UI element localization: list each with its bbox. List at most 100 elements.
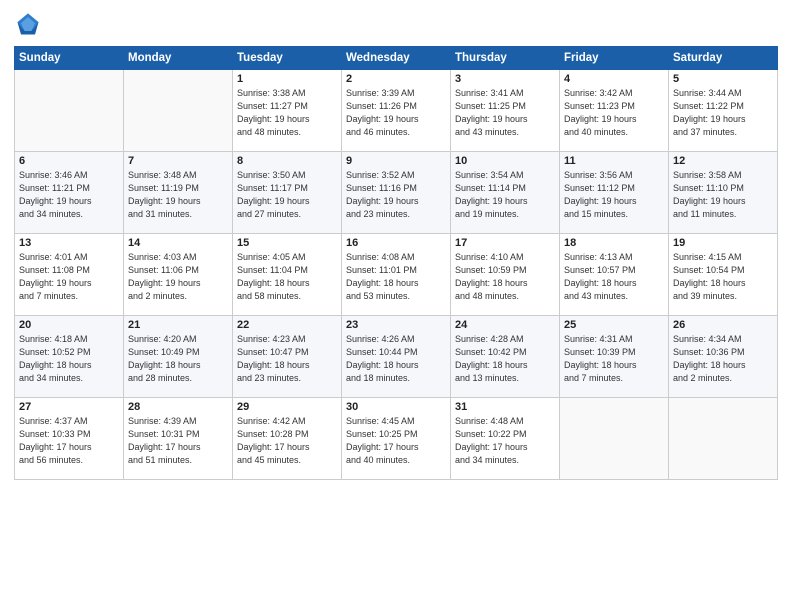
- day-info: Sunrise: 3:48 AM Sunset: 11:19 PM Daylig…: [128, 169, 228, 221]
- calendar-week-row: 20 Sunrise: 4:18 AM Sunset: 10:52 PM Dayl…: [15, 316, 778, 398]
- day-number: 22: [237, 319, 337, 331]
- calendar-cell: 15 Sunrise: 4:05 AM Sunset: 11:04 PM Dayl…: [233, 234, 342, 316]
- day-info: Sunrise: 3:38 AM Sunset: 11:27 PM Daylig…: [237, 87, 337, 139]
- day-info: Sunrise: 4:48 AM Sunset: 10:22 PM Daylig…: [455, 415, 555, 467]
- day-info: Sunrise: 3:42 AM Sunset: 11:23 PM Daylig…: [564, 87, 664, 139]
- day-info: Sunrise: 4:13 AM Sunset: 10:57 PM Daylig…: [564, 251, 664, 303]
- day-info: Sunrise: 3:54 AM Sunset: 11:14 PM Daylig…: [455, 169, 555, 221]
- calendar-cell: 19 Sunrise: 4:15 AM Sunset: 10:54 PM Dayl…: [669, 234, 778, 316]
- calendar-cell: 27 Sunrise: 4:37 AM Sunset: 10:33 PM Dayl…: [15, 398, 124, 480]
- day-info: Sunrise: 4:15 AM Sunset: 10:54 PM Daylig…: [673, 251, 773, 303]
- weekday-header: Sunday: [15, 47, 124, 70]
- weekday-header: Friday: [560, 47, 669, 70]
- day-info: Sunrise: 4:28 AM Sunset: 10:42 PM Daylig…: [455, 333, 555, 385]
- day-info: Sunrise: 4:10 AM Sunset: 10:59 PM Daylig…: [455, 251, 555, 303]
- calendar-cell: 9Sunrise: 3:52 AM Sunset: 11:16 PM Dayli…: [342, 152, 451, 234]
- calendar-cell: 18 Sunrise: 4:13 AM Sunset: 10:57 PM Dayl…: [560, 234, 669, 316]
- day-number: 15: [237, 237, 337, 249]
- day-number: 12: [673, 155, 773, 167]
- day-number: 5: [673, 73, 773, 85]
- calendar-cell: 11Sunrise: 3:56 AM Sunset: 11:12 PM Dayl…: [560, 152, 669, 234]
- calendar-table: SundayMondayTuesdayWednesdayThursdayFrid…: [14, 46, 778, 480]
- day-number: 29: [237, 401, 337, 413]
- calendar-cell: 30 Sunrise: 4:45 AM Sunset: 10:25 PM Dayl…: [342, 398, 451, 480]
- day-number: 20: [19, 319, 119, 331]
- day-info: Sunrise: 3:56 AM Sunset: 11:12 PM Daylig…: [564, 169, 664, 221]
- day-number: 27: [19, 401, 119, 413]
- day-info: Sunrise: 4:01 AM Sunset: 11:08 PM Daylig…: [19, 251, 119, 303]
- calendar-cell: 25 Sunrise: 4:31 AM Sunset: 10:39 PM Dayl…: [560, 316, 669, 398]
- day-info: Sunrise: 3:58 AM Sunset: 11:10 PM Daylig…: [673, 169, 773, 221]
- calendar-cell: 1 Sunrise: 3:38 AM Sunset: 11:27 PM Dayli…: [233, 70, 342, 152]
- day-info: Sunrise: 4:31 AM Sunset: 10:39 PM Daylig…: [564, 333, 664, 385]
- weekday-header: Monday: [124, 47, 233, 70]
- day-number: 7: [128, 155, 228, 167]
- day-info: Sunrise: 4:45 AM Sunset: 10:25 PM Daylig…: [346, 415, 446, 467]
- calendar-cell: 17 Sunrise: 4:10 AM Sunset: 10:59 PM Dayl…: [451, 234, 560, 316]
- calendar-cell: 20 Sunrise: 4:18 AM Sunset: 10:52 PM Dayl…: [15, 316, 124, 398]
- day-number: 31: [455, 401, 555, 413]
- weekday-header: Saturday: [669, 47, 778, 70]
- day-info: Sunrise: 4:26 AM Sunset: 10:44 PM Daylig…: [346, 333, 446, 385]
- day-info: Sunrise: 4:20 AM Sunset: 10:49 PM Daylig…: [128, 333, 228, 385]
- day-number: 19: [673, 237, 773, 249]
- logo-icon: [14, 10, 42, 38]
- day-number: 14: [128, 237, 228, 249]
- calendar-cell: 21 Sunrise: 4:20 AM Sunset: 10:49 PM Dayl…: [124, 316, 233, 398]
- day-info: Sunrise: 4:05 AM Sunset: 11:04 PM Daylig…: [237, 251, 337, 303]
- day-number: 26: [673, 319, 773, 331]
- calendar-cell: 3Sunrise: 3:41 AM Sunset: 11:25 PM Dayli…: [451, 70, 560, 152]
- day-number: 2: [346, 73, 446, 85]
- day-number: 18: [564, 237, 664, 249]
- calendar-cell: 29 Sunrise: 4:42 AM Sunset: 10:28 PM Dayl…: [233, 398, 342, 480]
- calendar-cell: 12 Sunrise: 3:58 AM Sunset: 11:10 PM Dayl…: [669, 152, 778, 234]
- calendar-cell: 22 Sunrise: 4:23 AM Sunset: 10:47 PM Dayl…: [233, 316, 342, 398]
- day-info: Sunrise: 4:23 AM Sunset: 10:47 PM Daylig…: [237, 333, 337, 385]
- calendar-cell: 28 Sunrise: 4:39 AM Sunset: 10:31 PM Dayl…: [124, 398, 233, 480]
- day-info: Sunrise: 3:41 AM Sunset: 11:25 PM Daylig…: [455, 87, 555, 139]
- day-number: 17: [455, 237, 555, 249]
- day-number: 13: [19, 237, 119, 249]
- day-info: Sunrise: 4:34 AM Sunset: 10:36 PM Daylig…: [673, 333, 773, 385]
- weekday-header: Thursday: [451, 47, 560, 70]
- calendar-cell: 31 Sunrise: 4:48 AM Sunset: 10:22 PM Dayl…: [451, 398, 560, 480]
- calendar-header-row: SundayMondayTuesdayWednesdayThursdayFrid…: [15, 47, 778, 70]
- day-info: Sunrise: 4:03 AM Sunset: 11:06 PM Daylig…: [128, 251, 228, 303]
- calendar-week-row: 1 Sunrise: 3:38 AM Sunset: 11:27 PM Dayli…: [15, 70, 778, 152]
- calendar-cell: [124, 70, 233, 152]
- day-info: Sunrise: 3:52 AM Sunset: 11:16 PM Daylig…: [346, 169, 446, 221]
- calendar-week-row: 13 Sunrise: 4:01 AM Sunset: 11:08 PM Dayl…: [15, 234, 778, 316]
- day-number: 16: [346, 237, 446, 249]
- calendar-cell: [15, 70, 124, 152]
- calendar-cell: 16 Sunrise: 4:08 AM Sunset: 11:01 PM Dayl…: [342, 234, 451, 316]
- day-info: Sunrise: 4:08 AM Sunset: 11:01 PM Daylig…: [346, 251, 446, 303]
- day-info: Sunrise: 4:37 AM Sunset: 10:33 PM Daylig…: [19, 415, 119, 467]
- calendar-cell: 7 Sunrise: 3:48 AM Sunset: 11:19 PM Dayli…: [124, 152, 233, 234]
- calendar-cell: [669, 398, 778, 480]
- calendar-cell: [560, 398, 669, 480]
- day-number: 6: [19, 155, 119, 167]
- day-info: Sunrise: 3:50 AM Sunset: 11:17 PM Daylig…: [237, 169, 337, 221]
- calendar-cell: 2Sunrise: 3:39 AM Sunset: 11:26 PM Dayli…: [342, 70, 451, 152]
- day-number: 8: [237, 155, 337, 167]
- calendar-cell: 24Sunrise: 4:28 AM Sunset: 10:42 PM Dayl…: [451, 316, 560, 398]
- calendar-cell: 23Sunrise: 4:26 AM Sunset: 10:44 PM Dayl…: [342, 316, 451, 398]
- day-number: 30: [346, 401, 446, 413]
- day-number: 21: [128, 319, 228, 331]
- logo: [14, 10, 46, 38]
- calendar-week-row: 6 Sunrise: 3:46 AM Sunset: 11:21 PM Dayli…: [15, 152, 778, 234]
- day-info: Sunrise: 3:46 AM Sunset: 11:21 PM Daylig…: [19, 169, 119, 221]
- day-number: 1: [237, 73, 337, 85]
- day-number: 10: [455, 155, 555, 167]
- day-info: Sunrise: 4:42 AM Sunset: 10:28 PM Daylig…: [237, 415, 337, 467]
- weekday-header: Wednesday: [342, 47, 451, 70]
- day-number: 28: [128, 401, 228, 413]
- calendar-cell: 8 Sunrise: 3:50 AM Sunset: 11:17 PM Dayli…: [233, 152, 342, 234]
- weekday-header: Tuesday: [233, 47, 342, 70]
- day-info: Sunrise: 4:18 AM Sunset: 10:52 PM Daylig…: [19, 333, 119, 385]
- calendar-week-row: 27 Sunrise: 4:37 AM Sunset: 10:33 PM Dayl…: [15, 398, 778, 480]
- day-info: Sunrise: 3:44 AM Sunset: 11:22 PM Daylig…: [673, 87, 773, 139]
- calendar-cell: 5 Sunrise: 3:44 AM Sunset: 11:22 PM Dayli…: [669, 70, 778, 152]
- day-number: 25: [564, 319, 664, 331]
- day-info: Sunrise: 4:39 AM Sunset: 10:31 PM Daylig…: [128, 415, 228, 467]
